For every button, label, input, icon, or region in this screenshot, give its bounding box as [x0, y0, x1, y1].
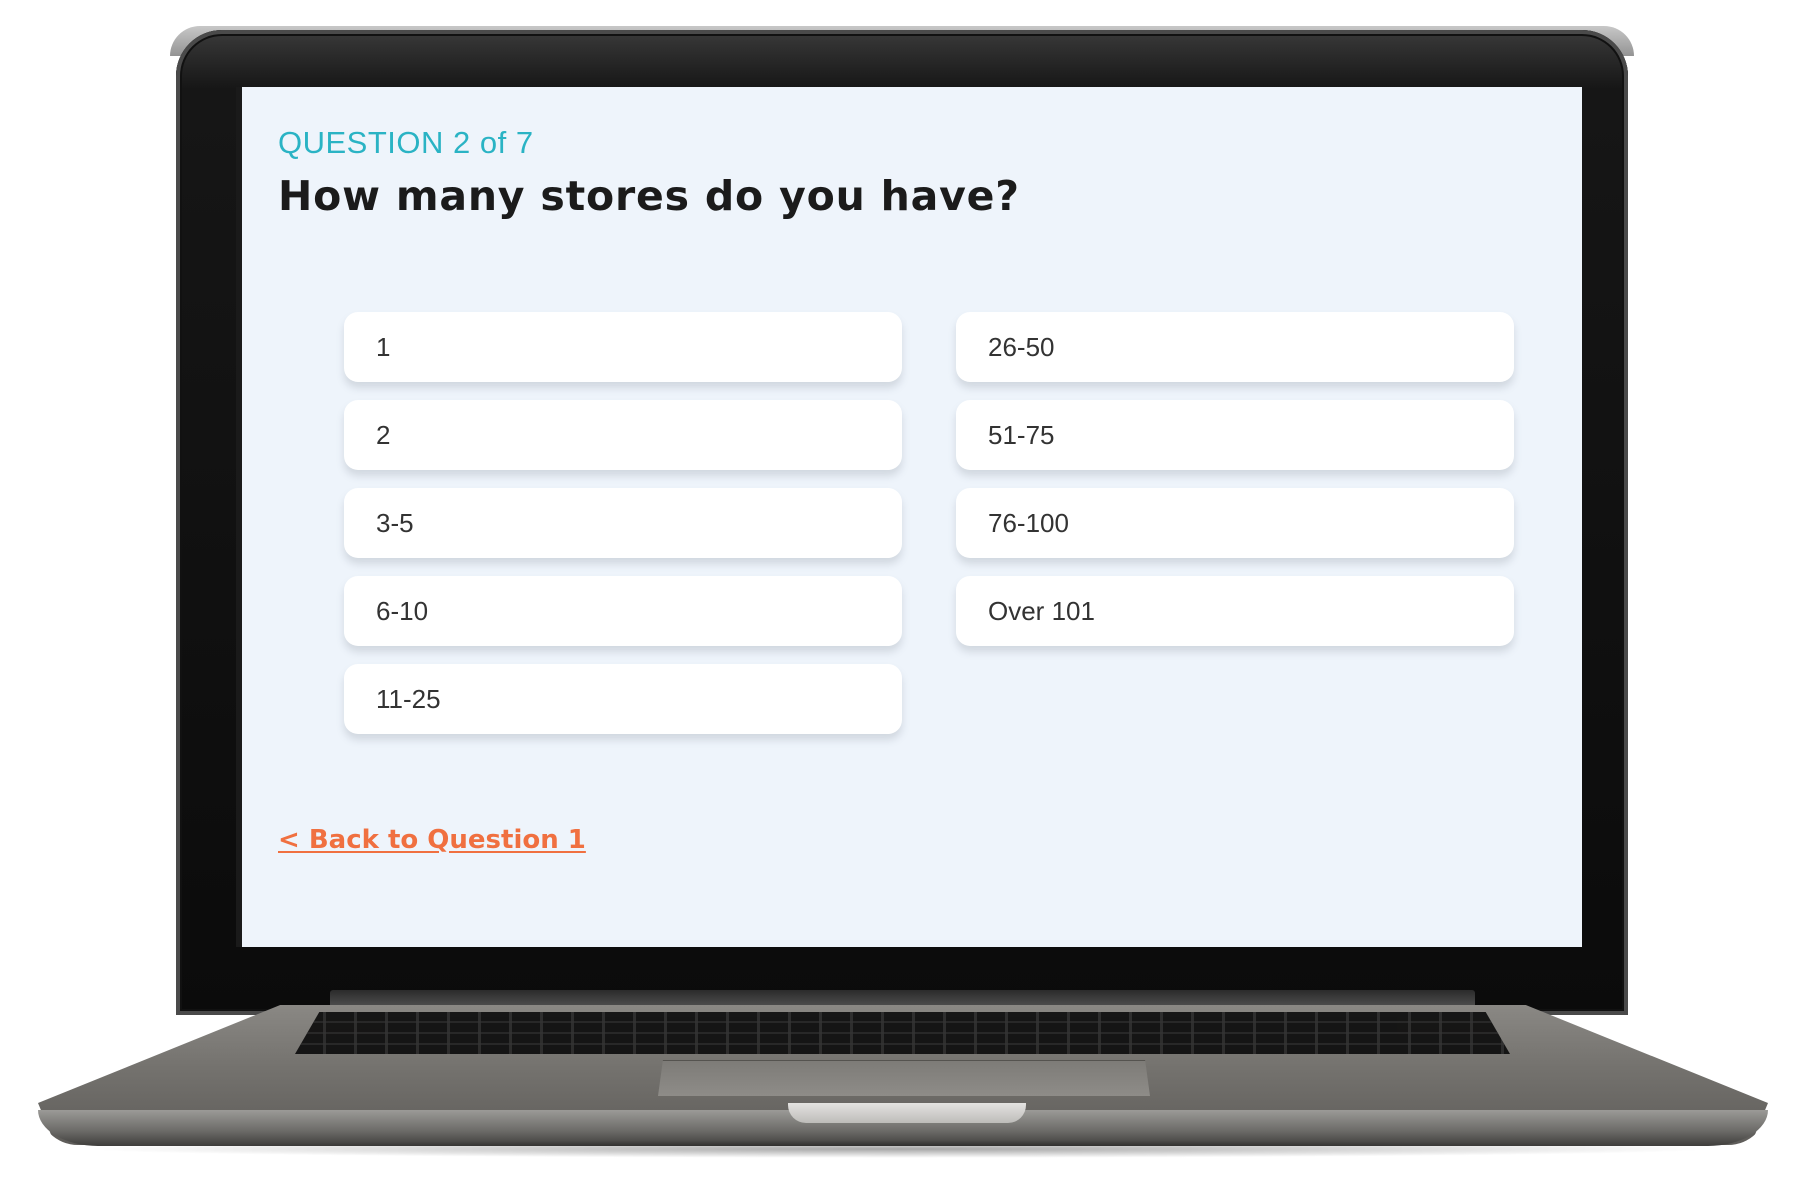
answer-option-label: Over 101 — [988, 595, 1095, 626]
answer-column-right: 26-50 51-75 76-100 Over 101 — [956, 312, 1514, 664]
answer-option-label: 11-25 — [376, 683, 441, 714]
laptop-trackpad — [658, 1060, 1150, 1096]
answer-option-label: 6-10 — [376, 595, 429, 626]
answer-option-label: 2 — [376, 419, 391, 450]
answer-option-1[interactable]: 1 — [344, 312, 902, 382]
laptop-opening-notch — [788, 1103, 1026, 1123]
screen-bezel-edge — [236, 87, 242, 947]
answer-option-11-25[interactable]: 11-25 — [344, 664, 902, 734]
answer-option-3-5[interactable]: 3-5 — [344, 488, 902, 558]
laptop-shadow — [80, 1140, 1720, 1158]
answer-option-label: 1 — [376, 331, 391, 362]
answer-option-2[interactable]: 2 — [344, 400, 902, 470]
answer-option-label: 51-75 — [988, 419, 1055, 450]
laptop-keyboard-rows — [295, 1012, 1510, 1054]
question-counter: QUESTION 2 of 7 — [278, 125, 534, 160]
answer-column-left: 1 2 3-5 6-10 11-25 — [344, 312, 902, 752]
question-title: How many stores do you have? — [278, 172, 1020, 220]
answer-option-label: 3-5 — [376, 507, 414, 538]
laptop-screen: QUESTION 2 of 7 How many stores do you h… — [236, 87, 1582, 947]
back-to-question-link[interactable]: < Back to Question 1 — [278, 825, 586, 855]
answer-option-label: 76-100 — [988, 507, 1069, 538]
answer-option-over-101[interactable]: Over 101 — [956, 576, 1514, 646]
answer-option-76-100[interactable]: 76-100 — [956, 488, 1514, 558]
answer-option-label: 26-50 — [988, 331, 1055, 362]
answer-option-51-75[interactable]: 51-75 — [956, 400, 1514, 470]
answer-option-26-50[interactable]: 26-50 — [956, 312, 1514, 382]
answer-option-6-10[interactable]: 6-10 — [344, 576, 902, 646]
